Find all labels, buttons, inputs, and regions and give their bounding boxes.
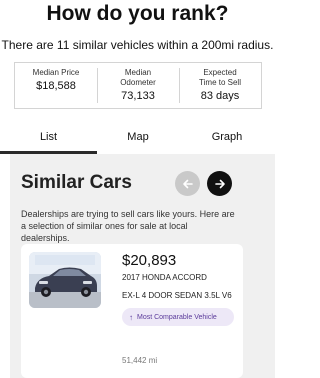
stat-time-to-sell: Expected Time to Sell 83 days [179,63,261,108]
page-title: How do you rank? [46,2,229,25]
stat-value: 83 days [200,90,240,102]
similar-cars-panel: Similar Cars Dealerships are trying to s… [10,154,275,378]
arrow-up-icon: ↑ [129,312,133,322]
stat-value: 73,133 [121,90,155,102]
view-tabs: List Map Graph [0,128,275,154]
vehicle-card[interactable]: $20,893 2017 HONDA ACCORD EX-L 4 DOOR SE… [21,244,243,378]
stats-box: Median Price $18,588 Median Odometer 73,… [14,62,262,109]
stat-label: Median Odometer [120,68,156,87]
page-subtitle: There are 11 similar vehicles within a 2… [1,38,274,52]
vehicle-photo [29,252,101,308]
stat-value: $18,588 [36,80,76,92]
next-button[interactable] [207,171,232,196]
badge-label: Most Comparable Vehicle [137,313,217,321]
vehicle-price: $20,893 [122,252,177,269]
stat-median-odometer: Median Odometer 73,133 [97,63,179,108]
arrow-right-icon [214,179,225,188]
stat-label: Expected Time to Sell [199,68,241,87]
comparable-badge: ↑ Most Comparable Vehicle [122,308,234,326]
previous-button[interactable] [175,171,200,196]
section-description: Dealerships are trying to sell cars like… [21,209,235,243]
section-title: Similar Cars [21,172,132,193]
arrow-left-icon [182,179,193,188]
tab-list[interactable]: List [0,128,97,154]
tab-map[interactable]: Map [97,128,179,154]
stat-label: Median Price [32,68,80,77]
vehicle-model: 2017 HONDA ACCORD [122,273,207,282]
vehicle-trim: EX-L 4 DOOR SEDAN 3.5L V6 [122,291,232,300]
tab-graph[interactable]: Graph [179,128,275,154]
vehicle-mileage: 51,442 mi [122,356,158,365]
stat-median-price: Median Price $18,588 [15,63,97,108]
